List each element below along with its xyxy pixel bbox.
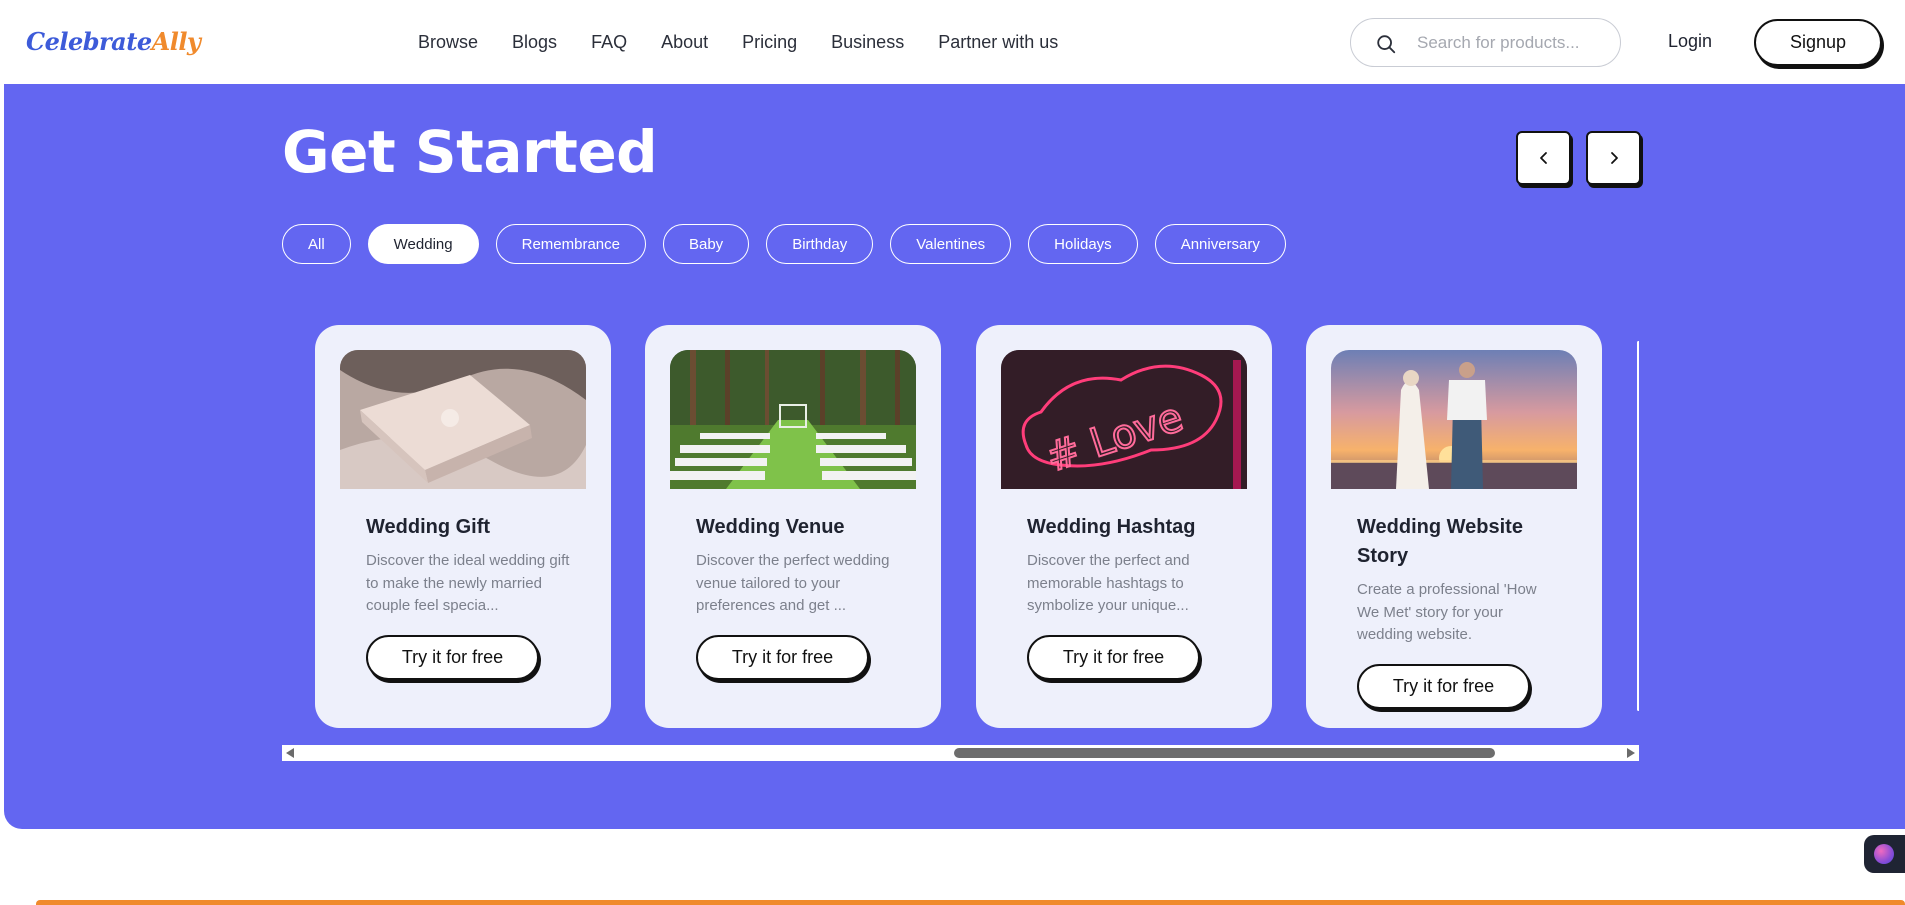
chevron-left-icon (1539, 152, 1547, 164)
product-card-wedding-venue[interactable]: Wedding Venue Discover the perfect weddi… (645, 325, 941, 728)
section-title: Get Started (282, 118, 658, 186)
next-card-edge (1637, 341, 1639, 711)
scrollbar-thumb[interactable] (954, 748, 1495, 758)
brand-logo[interactable]: CelebrateAlly (26, 27, 201, 56)
signup-button[interactable]: Signup (1754, 19, 1882, 66)
scroll-right-arrow-icon[interactable] (1627, 748, 1635, 758)
card-title: Wedding Hashtag (1027, 516, 1196, 538)
nav-link-faq[interactable]: FAQ (591, 32, 627, 53)
card-image-gift (340, 350, 586, 489)
chip-baby[interactable]: Baby (662, 224, 750, 264)
product-card-wedding-hashtag[interactable]: # Love Wedding Hashtag Discover the perf… (976, 325, 1272, 728)
login-link[interactable]: Login (1668, 31, 1712, 52)
card-image-hashtag: # Love (1001, 350, 1247, 489)
search-box (1350, 18, 1621, 67)
chip-remembrance[interactable]: Remembrance (495, 224, 646, 264)
category-filter-chips: All Wedding Remembrance Baby Birthday Va… (282, 224, 1303, 264)
card-description: Discover the perfect wedding venue tailo… (696, 552, 890, 614)
nav-link-pricing[interactable]: Pricing (742, 32, 797, 53)
card-title: Wedding Website Story (1357, 516, 1523, 567)
search-icon[interactable] (1375, 33, 1397, 55)
chip-wedding[interactable]: Wedding (367, 224, 479, 264)
try-free-button[interactable]: Try it for free (366, 635, 539, 680)
product-card-wedding-website-story[interactable]: Wedding Website Story Create a professio… (1306, 325, 1602, 728)
try-free-button[interactable]: Try it for free (1357, 664, 1530, 709)
gift-box-image (340, 350, 586, 489)
brand-logo-part1: Celebrate (26, 27, 152, 56)
scroll-left-arrow-icon[interactable] (286, 748, 294, 758)
couple-sunset-image (1331, 350, 1577, 489)
chip-all[interactable]: All (282, 224, 351, 264)
carousel-prev-button[interactable] (1516, 131, 1571, 185)
card-title: Wedding Venue (696, 516, 845, 538)
card-description: Discover the ideal wedding gift to make … (366, 552, 570, 614)
try-free-button[interactable]: Try it for free (696, 635, 869, 680)
chip-valentines[interactable]: Valentines (890, 224, 1012, 264)
forest-venue-image (670, 350, 916, 489)
brand-logo-part2: Ally (151, 27, 201, 56)
chip-holidays[interactable]: Holidays (1028, 224, 1138, 264)
nav-link-business[interactable]: Business (831, 32, 904, 53)
product-card-wedding-gift[interactable]: Wedding Gift Discover the ideal wedding … (315, 325, 611, 728)
nav-link-browse[interactable]: Browse (418, 32, 478, 53)
nav-link-blogs[interactable]: Blogs (512, 32, 557, 53)
card-description: Discover the perfect and memorable hasht… (1027, 552, 1190, 614)
carousel-next-button[interactable] (1586, 131, 1641, 185)
nav-link-partner[interactable]: Partner with us (938, 32, 1058, 53)
try-free-button[interactable]: Try it for free (1027, 635, 1200, 680)
next-section-top-border (36, 900, 1905, 905)
assistant-widget-button[interactable] (1864, 835, 1905, 873)
neon-love-image: # Love (1001, 350, 1247, 489)
carousel-horizontal-scrollbar[interactable] (282, 745, 1639, 761)
chip-anniversary[interactable]: Anniversary (1154, 224, 1286, 264)
chip-birthday[interactable]: Birthday (766, 224, 874, 264)
card-image-venue (670, 350, 916, 489)
product-card-carousel: Wedding Gift Discover the ideal wedding … (315, 325, 1639, 729)
card-title: Wedding Gift (366, 516, 491, 538)
card-image-website-story (1331, 350, 1577, 489)
search-input[interactable] (1417, 28, 1607, 58)
main-nav: Browse Blogs FAQ About Pricing Business … (418, 0, 1092, 84)
card-description: Create a professional 'How We Met' story… (1357, 581, 1537, 643)
top-navigation-bar: CelebrateAlly Browse Blogs FAQ About Pri… (0, 0, 1905, 84)
nav-link-about[interactable]: About (661, 32, 708, 53)
assistant-orb-icon (1874, 844, 1894, 864)
chevron-right-icon (1610, 152, 1618, 164)
